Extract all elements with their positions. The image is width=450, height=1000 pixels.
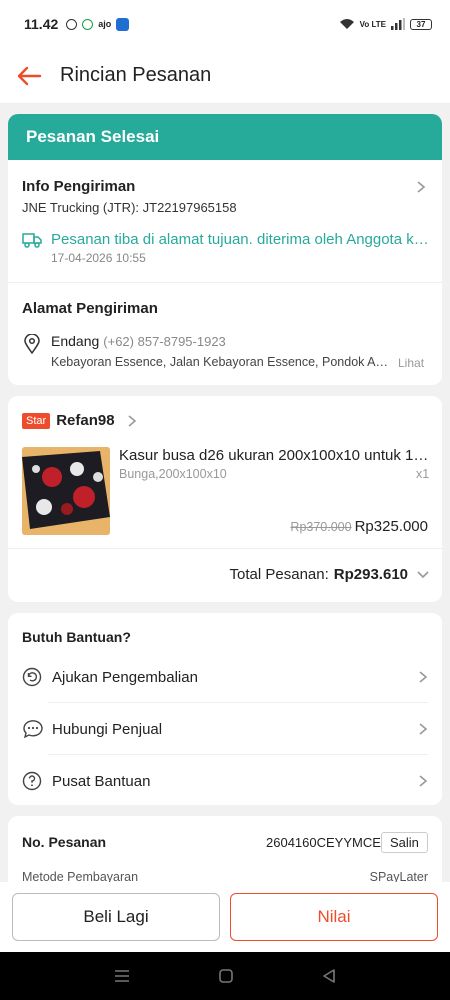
rate-button[interactable]: Nilai	[230, 893, 438, 941]
shipping-timestamp: 17-04-2026 10:55	[51, 251, 146, 265]
return-request-row[interactable]: Ajukan Pengembalian	[8, 651, 442, 703]
app-bar: Rincian Pesanan	[0, 48, 450, 104]
clock: 11.42	[24, 16, 59, 32]
product-image[interactable]	[22, 447, 110, 535]
recipient-phone: (+62) 857-8795-1923	[103, 334, 226, 349]
view-address-link[interactable]: Lihat	[398, 356, 424, 370]
help-title: Butuh Bantuan?	[22, 629, 131, 645]
chevron-right-icon	[419, 723, 428, 735]
app-notification-icon	[82, 18, 94, 30]
recipient-name: Endang	[51, 333, 100, 349]
battery-level: 37	[416, 19, 426, 29]
original-price: Rp370.000	[290, 520, 352, 534]
chat-icon	[23, 720, 43, 739]
chevron-right-icon	[417, 181, 426, 193]
recents-icon[interactable]	[114, 969, 130, 983]
contact-seller-row[interactable]: Hubungi Penjual	[8, 703, 442, 755]
status-bar: 11.42 ajo Vo LTE 37	[0, 0, 450, 48]
contact-seller-label: Hubungi Penjual	[52, 720, 163, 738]
mattress-image	[22, 447, 110, 535]
bottom-action-bar: Beli Lagi Nilai	[0, 882, 450, 952]
divider	[8, 548, 442, 549]
discounted-price: Rp325.000	[354, 518, 428, 535]
shipping-card: Info Pengiriman JNE Trucking (JTR): JT22…	[8, 160, 442, 385]
system-icons: Vo LTE 37	[339, 18, 432, 30]
shop-name: Refan98	[56, 412, 115, 429]
product-name[interactable]: Kasur busa d26 ukuran 200x100x10 untuk 1…	[119, 447, 429, 464]
product-quantity: x1	[416, 467, 430, 481]
copy-button[interactable]: Salin	[381, 832, 428, 853]
order-total[interactable]: Total Pesanan: Rp293.610	[230, 566, 430, 583]
help-card: Butuh Bantuan? Ajukan Pengembalian Hubun…	[8, 613, 442, 805]
wifi-icon	[339, 19, 354, 29]
order-number: 2604160CEYYMCE	[266, 835, 381, 850]
network-label: Vo LTE	[359, 19, 386, 29]
buy-again-button[interactable]: Beli Lagi	[12, 893, 220, 941]
truck-icon	[22, 233, 42, 248]
back-button[interactable]	[0, 66, 58, 86]
system-nav-bar	[0, 952, 450, 1000]
help-icon	[22, 771, 42, 791]
chevron-right-icon	[419, 775, 428, 787]
courier-tracking: JNE Trucking (JTR): JT22197965158	[22, 200, 237, 215]
product-card: Star Refan98 Kasur busa d26 ukuran 200x1…	[8, 396, 442, 602]
product-price: Rp370.000 Rp325.000	[290, 518, 428, 535]
total-label: Total Pesanan:	[229, 566, 329, 583]
divider	[8, 282, 442, 283]
return-request-label: Ajukan Pengembalian	[52, 668, 198, 686]
return-icon	[22, 667, 42, 687]
back-nav-icon[interactable]	[322, 968, 336, 984]
help-center-label: Pusat Bantuan	[52, 772, 151, 790]
location-pin-icon	[24, 334, 40, 354]
notification-icon: ajo	[98, 19, 112, 29]
chevron-down-icon	[417, 570, 429, 578]
latest-shipping-status: Pesanan tiba di alamat tujuan. diterima …	[51, 231, 431, 248]
order-status-banner: Pesanan Selesai	[8, 114, 442, 160]
arrow-left-icon	[17, 66, 42, 85]
page-title: Rincian Pesanan	[60, 64, 212, 86]
address-title: Alamat Pengiriman	[22, 300, 158, 317]
chevron-right-icon	[419, 671, 428, 683]
order-number-label: No. Pesanan	[22, 834, 107, 850]
battery-icon: 37	[410, 18, 432, 30]
product-variation: Bunga,200x100x10	[119, 467, 227, 481]
signal-icon	[391, 18, 405, 30]
total-value: Rp293.610	[333, 566, 408, 583]
recipient: Endang (+62) 857-8795-1923	[51, 333, 226, 349]
shop-header[interactable]: Star Refan98	[22, 412, 137, 429]
address-line: Kebayoran Essence, Jalan Kebayoran Essen…	[51, 355, 391, 369]
chevron-right-icon	[128, 414, 136, 427]
home-icon[interactable]	[218, 968, 234, 984]
whatsapp-icon	[66, 18, 78, 30]
star-seller-badge: Star	[22, 412, 51, 429]
notification-icons: ajo	[66, 17, 130, 31]
shipping-info-title: Info Pengiriman	[22, 178, 136, 195]
help-center-row[interactable]: Pusat Bantuan	[8, 755, 442, 807]
app-icon	[116, 17, 130, 31]
